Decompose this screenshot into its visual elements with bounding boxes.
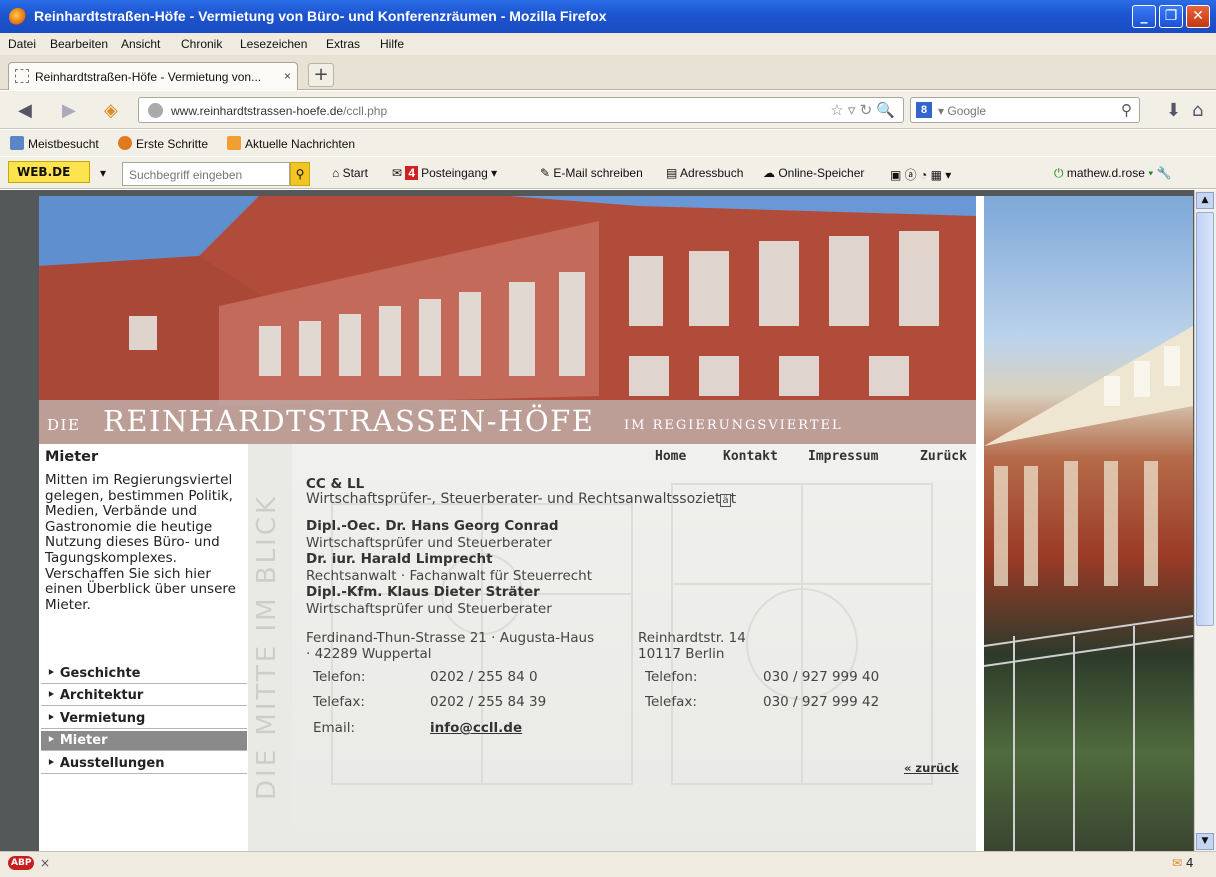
webde-compose[interactable]: ✎ E-Mail schreiben [540,166,643,180]
window-title: Reinhardtstraßen-Höfe - Vermietung von B… [34,8,607,24]
caption-sub: IM REGIERUNGSVIERTEL [624,418,843,433]
webde-storage[interactable]: ☁ Online-Speicher [763,166,864,180]
partner-2-role: Rechtsanwalt · Fachanwalt für Steuerrech… [306,568,593,584]
webde-search-icon[interactable]: ⚲ [290,162,310,186]
folder-icon [10,136,24,150]
webde-extra-icons[interactable]: ▣ ⓐ ◔ ▦ ▾ [890,166,951,183]
home-identity-icon[interactable]: ◈ [104,100,118,121]
address-berlin-1: Reinhardtstr. 14 [638,630,746,646]
close-window-button[interactable]: ✕ [1186,5,1210,28]
webde-addressbook[interactable]: ▤ Adressbuch [666,166,743,180]
rss-icon [227,136,241,150]
firefox-bookmark-icon [118,136,132,150]
search-icon[interactable]: ⚲ [1121,101,1132,119]
webde-inbox[interactable]: ✉ 4 Posteingang ▾ [392,166,497,180]
search-box[interactable]: 8 ▾ Google ⚲ [910,97,1140,123]
back-link[interactable]: « zurück [904,761,959,775]
webde-start[interactable]: ⌂ Start [332,166,368,180]
nav-home[interactable]: Home [655,449,686,464]
courtyard-illustration [983,326,1194,851]
fax-label-2: Telefax: [645,694,697,710]
banner-caption: DIE REINHARDTSTRASSEN-HÖFE IM REGIERUNGS… [39,400,976,444]
tab-title: Reinhardtstraßen-Höfe - Vermietung von..… [35,70,262,84]
page-icon [15,69,29,83]
caption-title: REINHARDTSTRASSEN-HÖFE [103,404,595,438]
address-wuppertal-2: · 42289 Wuppertal [306,646,432,662]
scroll-down-icon[interactable]: ▼ [1196,833,1214,850]
vertical-slogan: DIE MITTE IM BLICK [252,493,282,800]
phone-value-2: 030 / 927 999 40 [763,669,880,685]
partner-1-name: Dipl.-Oec. Dr. Hans Georg Conrad [306,518,559,534]
partner-3-role: Wirtschaftsprüfer und Steuerberater [306,601,552,617]
adblock-icon[interactable]: ABP [8,856,35,870]
sidebar-item-mieter[interactable]: ‣ Mieter [41,731,247,751]
webde-search-input[interactable]: Suchbegriff eingeben [122,162,290,186]
firefox-icon [9,8,27,26]
url-tools-icons[interactable]: ☆ ▿ ↻ 🔍 [830,101,895,119]
tab-active[interactable]: Reinhardtstraßen-Höfe - Vermietung von..… [8,62,298,90]
tab-close-icon[interactable]: × [284,69,291,83]
url-bar[interactable]: www.reinhardtstrassen-hoefe.de/ccll.php … [138,97,904,123]
globe-icon [148,103,163,118]
phone-value-1: 0202 / 255 84 0 [430,669,538,685]
email-label: Email: [313,720,356,736]
tenant-subtitle: Wirtschaftsprüfer-, Steuerberater- und R… [306,491,737,507]
caption-die: DIE [47,416,81,434]
bookmarks-bar: Meistbesucht Erste Schritte Aktuelle Nac… [0,130,1216,156]
download-icon[interactable]: ⬇ [1166,100,1181,121]
side-photo [983,196,1194,851]
email-link[interactable]: info@ccll.de [430,720,522,736]
menu-chronik[interactable]: Chronik [181,37,222,51]
nav-zurueck[interactable]: Zurück [920,449,967,464]
mail-notify-icon[interactable]: ✉ 4 [1172,856,1194,870]
sidebar-item-vermietung[interactable]: ‣ Vermietung [41,709,247,729]
tenant-name: CC & LL [306,476,365,492]
partner-3-name: Dipl.-Kfm. Klaus Dieter Sträter [306,584,540,600]
menu-lesezeichen[interactable]: Lesezeichen [240,37,307,51]
minimize-button[interactable]: _ [1132,5,1156,28]
firefox-window: { "window":{"title":"Reinhardtstraßen-Hö… [0,0,1216,877]
url-text: www.reinhardtstrassen-hoefe.de/ccll.php [171,104,388,118]
restore-button[interactable]: ❐ [1159,5,1183,28]
menu-bearbeiten[interactable]: Bearbeiten [50,37,108,51]
nav-kontakt[interactable]: Kontakt [723,449,778,464]
menu-hilfe[interactable]: Hilfe [380,37,404,51]
title-bar: Reinhardtstraßen-Höfe - Vermietung von B… [0,0,1216,33]
fax-value-1: 0202 / 255 84 39 [430,694,547,710]
menu-extras[interactable]: Extras [326,37,360,51]
forward-arrow-icon[interactable]: ▶ [62,100,76,121]
sidebar-intro: Mitten im Regierungsviertel gelegen, bes… [45,472,236,613]
bookmark-erste-schritte[interactable]: Erste Schritte [118,136,208,151]
status-bar: ABP × ✉ 4 [0,851,1216,877]
home-icon[interactable]: ⌂ [1192,100,1203,121]
address-berlin-2: 10117 Berlin [638,646,725,662]
webde-logo[interactable]: WEB.DE [8,161,90,183]
address-wuppertal-1: Ferdinand-Thun-Strasse 21 · Augusta-Haus [306,630,595,646]
phone-label-1: Telefon: [313,669,366,685]
menu-bar: Datei Bearbeiten Ansicht Chronik Lesezei… [0,33,1216,55]
partner-1-role: Wirtschaftsprüfer und Steuerberater [306,535,552,551]
status-close-icon[interactable]: × [40,856,50,870]
google-icon: 8 [916,102,932,118]
menu-datei[interactable]: Datei [8,37,36,51]
menu-ansicht[interactable]: Ansicht [121,37,160,51]
search-placeholder: ▾ Google [938,104,987,118]
power-icon[interactable]: ⏻ mathew.d.rose ▾ 🔧 [1054,166,1172,181]
sidebar-item-architektur[interactable]: ‣ Architektur [41,686,247,706]
back-arrow-icon[interactable]: ◀ [18,100,32,121]
nav-impressum[interactable]: Impressum [808,449,878,464]
fax-label-1: Telefax: [313,694,365,710]
bookmark-meistbesucht[interactable]: Meistbesucht [10,136,99,151]
new-tab-button[interactable]: + [308,63,334,87]
bookmark-nachrichten[interactable]: Aktuelle Nachrichten [227,136,355,151]
partner-2-name: Dr. iur. Harald Limprecht [306,551,493,567]
sidebar-title: Mieter [45,449,99,465]
webde-menu-arrow-icon[interactable]: ▾ [100,166,106,180]
scroll-thumb[interactable] [1196,212,1214,626]
phone-label-2: Telefon: [645,669,698,685]
sidebar-item-ausstellungen[interactable]: ‣ Ausstellungen [41,754,247,774]
scroll-up-icon[interactable]: ▲ [1196,192,1214,209]
sidebar-item-geschichte[interactable]: ‣ Geschichte [41,664,247,684]
fax-value-2: 030 / 927 999 42 [763,694,880,710]
